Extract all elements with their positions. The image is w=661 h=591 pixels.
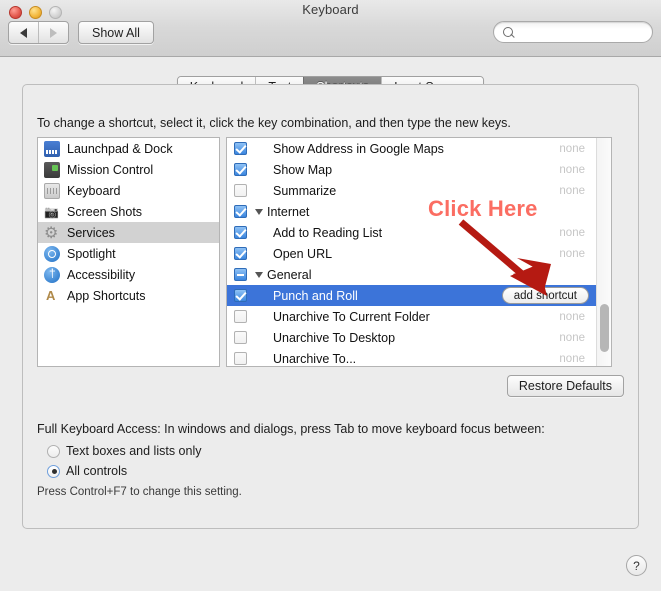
chevron-left-icon	[20, 27, 28, 38]
mission-control-icon	[44, 161, 60, 178]
row-checkbox[interactable]	[234, 226, 247, 239]
navigation-buttons	[8, 21, 69, 44]
accessibility-icon	[44, 266, 60, 283]
group-checkbox[interactable]	[234, 268, 247, 281]
scrollbar-thumb[interactable]	[600, 304, 609, 352]
sidebar-item-mission-control[interactable]: Mission Control	[38, 159, 219, 180]
table-row[interactable]: Unarchive To Desktop none	[227, 327, 611, 348]
sidebar-item-launchpad-dock[interactable]: Launchpad & Dock	[38, 138, 219, 159]
sidebar-item-app-shortcuts[interactable]: App Shortcuts	[38, 285, 219, 306]
row-label: Punch and Roll	[273, 288, 358, 303]
app-shortcuts-icon	[44, 288, 60, 304]
row-shortcut-value[interactable]: none	[559, 311, 585, 323]
sidebar-item-accessibility[interactable]: Accessibility	[38, 264, 219, 285]
row-checkbox[interactable]	[234, 331, 247, 344]
help-button[interactable]: ?	[626, 555, 647, 576]
spotlight-icon	[44, 245, 60, 262]
table-row[interactable]: Summarize none	[227, 180, 611, 201]
sidebar-item-spotlight[interactable]: Spotlight	[38, 243, 219, 264]
sidebar-item-label: Spotlight	[67, 246, 116, 261]
group-label: General	[267, 267, 312, 282]
row-checkbox[interactable]	[234, 163, 247, 176]
sidebar-item-label: Launchpad & Dock	[67, 141, 173, 156]
row-checkbox[interactable]	[234, 310, 247, 323]
keyboard-icon	[44, 182, 60, 199]
radio-label: All controls	[66, 464, 128, 478]
row-checkbox[interactable]	[234, 352, 247, 365]
sidebar-item-label: Services	[67, 225, 115, 240]
row-shortcut-value[interactable]: none	[559, 353, 585, 365]
row-checkbox[interactable]	[234, 247, 247, 260]
radio-text-boxes-and-lists-only[interactable]: Text boxes and lists only	[47, 444, 202, 458]
control-f7-hint: Press Control+F7 to change this setting.	[37, 486, 242, 498]
category-sidebar[interactable]: Launchpad & Dock Mission Control Keyboar…	[37, 137, 220, 367]
table-row[interactable]: Show Map none	[227, 159, 611, 180]
row-label: Unarchive To...	[273, 351, 357, 366]
sidebar-item-label: Accessibility	[67, 267, 136, 282]
radio-icon[interactable]	[47, 444, 60, 458]
row-shortcut-value[interactable]: none	[559, 185, 585, 197]
full-keyboard-access-label: Full Keyboard Access: In windows and dia…	[37, 422, 545, 436]
radio-icon-selected[interactable]	[47, 464, 60, 478]
disclosure-triangle-icon[interactable]	[255, 271, 263, 278]
group-label-wrap: General	[255, 268, 311, 282]
row-label: Unarchive To Current Folder	[273, 309, 430, 324]
row-shortcut-value[interactable]: none	[559, 164, 585, 176]
row-label: Add to Reading List	[273, 225, 383, 240]
row-label: Summarize	[273, 183, 337, 198]
show-all-button[interactable]: Show All	[78, 21, 154, 44]
services-gear-icon	[44, 223, 60, 243]
back-button[interactable]	[9, 22, 38, 43]
sidebar-item-label: Keyboard	[67, 183, 121, 198]
row-checkbox[interactable]	[234, 289, 247, 302]
row-shortcut-value[interactable]: none	[559, 143, 585, 155]
table-row[interactable]: Show Address in Google Maps none	[227, 138, 611, 159]
shortcuts-panel: To change a shortcut, select it, click t…	[22, 84, 639, 529]
search-field[interactable]	[493, 21, 661, 43]
launchpad-icon	[44, 140, 60, 157]
row-checkbox[interactable]	[234, 142, 247, 155]
chevron-right-icon	[50, 27, 58, 38]
forward-button	[38, 22, 68, 43]
screenshots-icon	[44, 204, 60, 220]
sidebar-item-label: Mission Control	[67, 162, 154, 177]
disclosure-triangle-icon[interactable]	[255, 208, 263, 215]
search-input[interactable]	[503, 25, 661, 39]
row-label: Show Map	[273, 162, 333, 177]
table-row[interactable]: Unarchive To Current Folder none	[227, 306, 611, 327]
table-row[interactable]: Unarchive To... none	[227, 348, 611, 366]
radio-label: Text boxes and lists only	[66, 444, 202, 458]
sidebar-item-services[interactable]: Services	[38, 222, 219, 243]
sidebar-item-label: Screen Shots	[67, 204, 143, 219]
instruction-text: To change a shortcut, select it, click t…	[37, 116, 511, 130]
sidebar-item-screen-shots[interactable]: Screen Shots	[38, 201, 219, 222]
group-label-wrap: Internet	[255, 205, 309, 219]
group-label: Internet	[267, 204, 310, 219]
window-titlebar: Keyboard Show All	[0, 0, 661, 57]
row-shortcut-value[interactable]: none	[559, 332, 585, 344]
restore-defaults-button[interactable]: Restore Defaults	[506, 375, 624, 397]
window-title: Keyboard	[302, 2, 359, 17]
annotation-arrow-icon	[458, 219, 551, 296]
row-label: Show Address in Google Maps	[273, 141, 444, 156]
row-label: Unarchive To Desktop	[273, 330, 396, 345]
sidebar-item-keyboard[interactable]: Keyboard	[38, 180, 219, 201]
group-checkbox[interactable]	[234, 205, 247, 218]
radio-all-controls[interactable]: All controls	[47, 464, 127, 478]
list-scrollbar[interactable]	[596, 138, 611, 366]
row-checkbox[interactable]	[234, 184, 247, 197]
sidebar-item-label: App Shortcuts	[67, 288, 146, 303]
row-label: Open URL	[273, 246, 333, 261]
